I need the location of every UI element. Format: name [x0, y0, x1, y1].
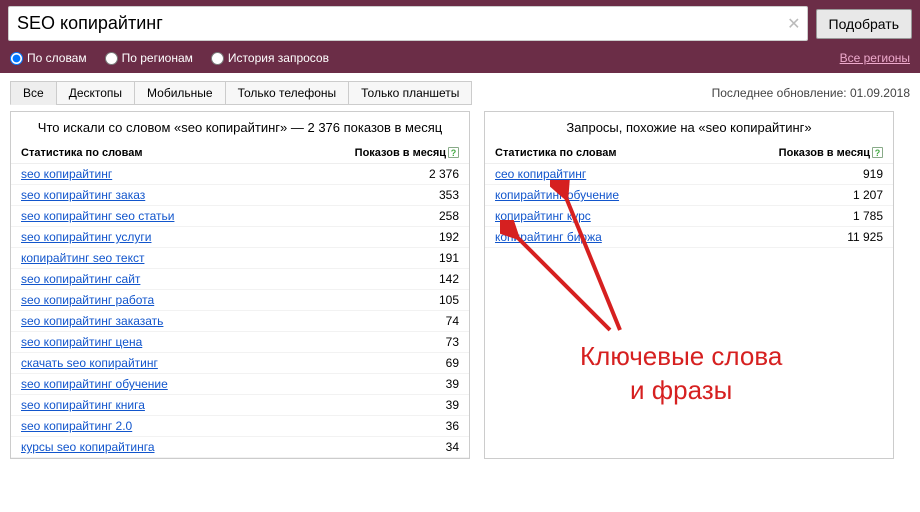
- query-link[interactable]: копирайтинг курс: [495, 209, 823, 223]
- help-icon[interactable]: ?: [448, 147, 459, 158]
- query-link[interactable]: seo копирайтинг заказ: [21, 188, 399, 202]
- table-row: копирайтинг обучение1 207: [485, 185, 893, 206]
- tab-desktops[interactable]: Десктопы: [56, 81, 135, 105]
- radio-label: По словам: [27, 51, 87, 65]
- query-link[interactable]: seo копирайтинг заказать: [21, 314, 399, 328]
- help-icon[interactable]: ?: [872, 147, 883, 158]
- impressions-value: 105: [399, 293, 459, 307]
- right-rows: сео копирайтинг919копирайтинг обучение1 …: [485, 164, 893, 248]
- search-input[interactable]: [9, 7, 807, 40]
- query-link[interactable]: копирайтинг биржа: [495, 230, 823, 244]
- impressions-value: 353: [399, 188, 459, 202]
- impressions-value: 34: [399, 440, 459, 454]
- impressions-value: 1 785: [823, 209, 883, 223]
- col-impressions: Показов в месяц?: [779, 147, 883, 159]
- impressions-value: 142: [399, 272, 459, 286]
- query-link[interactable]: seo копирайтинг цена: [21, 335, 399, 349]
- all-regions-link[interactable]: Все регионы: [840, 51, 910, 65]
- tab-tablets[interactable]: Только планшеты: [348, 81, 472, 105]
- radio-label: История запросов: [228, 51, 329, 65]
- impressions-value: 36: [399, 419, 459, 433]
- table-row: seo копирайтинг работа105: [11, 290, 469, 311]
- right-table-header: Статистика по словам Показов в месяц?: [485, 143, 893, 164]
- table-row: seo копирайтинг2 376: [11, 164, 469, 185]
- tabs-row: Все Десктопы Мобильные Только телефоны Т…: [0, 73, 920, 111]
- query-link[interactable]: seo копирайтинг книга: [21, 398, 399, 412]
- table-row: копирайтинг seo текст191: [11, 248, 469, 269]
- left-panel-title: Что искали со словом «seo копирайтинг» —…: [11, 112, 469, 143]
- radio-by-words-input[interactable]: [10, 52, 23, 65]
- col-stats: Статистика по словам: [495, 147, 779, 159]
- query-link[interactable]: копирайтинг seo текст: [21, 251, 399, 265]
- col-impressions-label: Показов в месяц: [355, 147, 446, 159]
- col-impressions: Показов в месяц?: [355, 147, 459, 159]
- query-link[interactable]: seo копирайтинг seo статьи: [21, 209, 399, 223]
- impressions-value: 258: [399, 209, 459, 223]
- query-link[interactable]: seo копирайтинг: [21, 167, 399, 181]
- query-link[interactable]: скачать seo копирайтинг: [21, 356, 399, 370]
- table-row: seo копирайтинг заказать74: [11, 311, 469, 332]
- search-bar: ✕ Подобрать: [0, 0, 920, 47]
- impressions-value: 11 925: [823, 230, 883, 244]
- update-info: Последнее обновление: 01.09.2018: [712, 86, 910, 100]
- query-link[interactable]: seo копирайтинг сайт: [21, 272, 399, 286]
- query-link[interactable]: копирайтинг обучение: [495, 188, 823, 202]
- table-row: seo копирайтинг 2.036: [11, 416, 469, 437]
- table-row: seo копирайтинг книга39: [11, 395, 469, 416]
- impressions-value: 919: [823, 167, 883, 181]
- tab-all[interactable]: Все: [10, 81, 57, 105]
- left-rows: seo копирайтинг2 376seo копирайтинг зака…: [11, 164, 469, 458]
- col-impressions-label: Показов в месяц: [779, 147, 870, 159]
- query-link[interactable]: seo копирайтинг обучение: [21, 377, 399, 391]
- query-link[interactable]: seo копирайтинг услуги: [21, 230, 399, 244]
- panels: Что искали со словом «seo копирайтинг» —…: [0, 111, 920, 459]
- impressions-value: 74: [399, 314, 459, 328]
- radio-label: По регионам: [122, 51, 193, 65]
- filter-bar: По словам По регионам История запросов В…: [0, 47, 920, 73]
- radio-by-regions[interactable]: По регионам: [105, 51, 193, 65]
- table-row: seo копирайтинг заказ353: [11, 185, 469, 206]
- table-row: скачать seo копирайтинг69: [11, 353, 469, 374]
- impressions-value: 192: [399, 230, 459, 244]
- query-link[interactable]: seo копирайтинг 2.0: [21, 419, 399, 433]
- radio-group: По словам По регионам История запросов: [10, 51, 329, 65]
- table-row: копирайтинг биржа11 925: [485, 227, 893, 248]
- table-row: seo копирайтинг обучение39: [11, 374, 469, 395]
- right-panel: Запросы, похожие на «seo копирайтинг» Ст…: [484, 111, 894, 459]
- query-link[interactable]: курсы seo копирайтинга: [21, 440, 399, 454]
- table-row: seo копирайтинг seo статьи258: [11, 206, 469, 227]
- left-table-header: Статистика по словам Показов в месяц?: [11, 143, 469, 164]
- impressions-value: 39: [399, 377, 459, 391]
- table-row: сео копирайтинг919: [485, 164, 893, 185]
- table-row: курсы seo копирайтинга34: [11, 437, 469, 458]
- tab-mobile[interactable]: Мобильные: [134, 81, 226, 105]
- radio-history[interactable]: История запросов: [211, 51, 329, 65]
- table-row: seo копирайтинг услуги192: [11, 227, 469, 248]
- impressions-value: 2 376: [399, 167, 459, 181]
- impressions-value: 73: [399, 335, 459, 349]
- col-stats: Статистика по словам: [21, 147, 355, 159]
- radio-by-regions-input[interactable]: [105, 52, 118, 65]
- right-panel-title: Запросы, похожие на «seo копирайтинг»: [485, 112, 893, 143]
- impressions-value: 39: [399, 398, 459, 412]
- table-row: seo копирайтинг цена73: [11, 332, 469, 353]
- table-row: seo копирайтинг сайт142: [11, 269, 469, 290]
- radio-by-words[interactable]: По словам: [10, 51, 87, 65]
- table-row: копирайтинг курс1 785: [485, 206, 893, 227]
- impressions-value: 191: [399, 251, 459, 265]
- query-link[interactable]: seo копирайтинг работа: [21, 293, 399, 307]
- radio-history-input[interactable]: [211, 52, 224, 65]
- submit-button[interactable]: Подобрать: [816, 9, 913, 39]
- search-input-wrap: ✕: [8, 6, 808, 41]
- query-link[interactable]: сео копирайтинг: [495, 167, 823, 181]
- impressions-value: 69: [399, 356, 459, 370]
- left-panel: Что искали со словом «seo копирайтинг» —…: [10, 111, 470, 459]
- tab-phones[interactable]: Только телефоны: [225, 81, 350, 105]
- clear-icon[interactable]: ✕: [787, 14, 800, 34]
- impressions-value: 1 207: [823, 188, 883, 202]
